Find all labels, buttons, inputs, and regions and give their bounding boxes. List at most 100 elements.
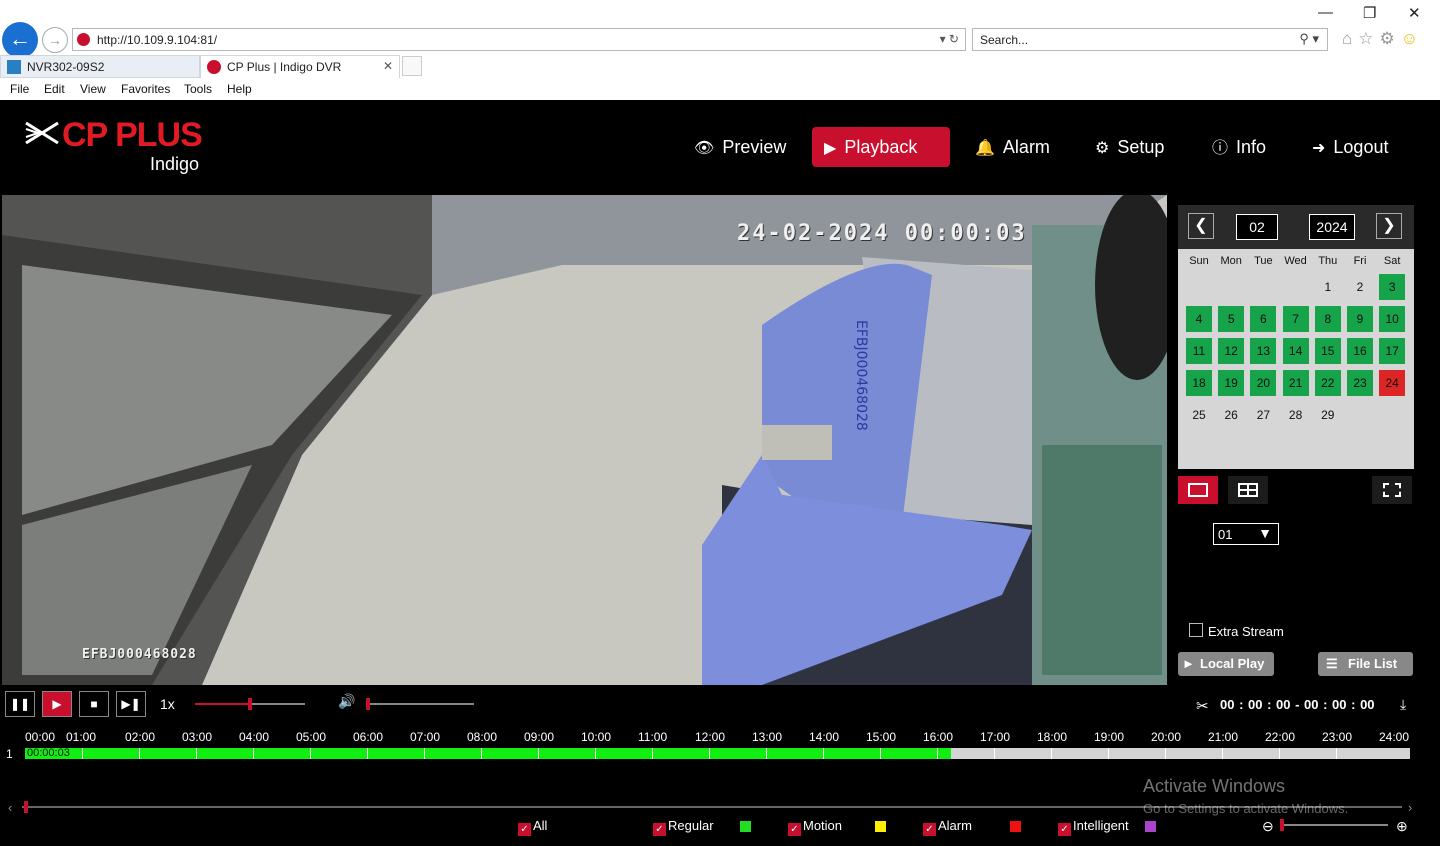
legend-checkbox[interactable]: ✓	[653, 823, 666, 836]
nav-setup[interactable]: ⚙ Setup	[1083, 127, 1176, 167]
month-field[interactable]: 02	[1236, 214, 1278, 240]
calendar-day[interactable]: 20	[1250, 370, 1277, 396]
address-url[interactable]: http://10.109.9.104:81/	[97, 33, 217, 47]
calendar-day[interactable]: 10	[1379, 306, 1406, 332]
menu-view[interactable]: View	[80, 82, 106, 96]
refresh-icon[interactable]: ▾ ↻	[940, 32, 959, 46]
quad-view-button[interactable]	[1228, 476, 1268, 504]
prev-month-button[interactable]: ❮	[1188, 213, 1214, 239]
search-icon[interactable]: ⚲ ▾	[1299, 31, 1319, 47]
calendar-day[interactable]: 29	[1315, 402, 1341, 428]
zoom-knob[interactable]	[1280, 819, 1284, 831]
browser-search-box[interactable]: Search... ⚲ ▾	[972, 28, 1328, 51]
calendar-day[interactable]: 22	[1314, 370, 1341, 396]
calendar-day[interactable]: 4	[1186, 306, 1212, 332]
playback-video[interactable]: EFBJ000468028 24-02-2024 00:00:03 EFBJ00…	[2, 195, 1167, 685]
next-frame-button[interactable]: ▶❚	[116, 691, 146, 717]
nav-logout[interactable]: ➜ Logout	[1300, 127, 1400, 167]
toolbar-icons[interactable]: ⌂☆⚙☺	[1342, 29, 1424, 49]
pause-button[interactable]: ❚❚	[5, 691, 35, 717]
calendar-day[interactable]: 5	[1218, 306, 1245, 332]
menu-edit[interactable]: Edit	[44, 82, 65, 96]
calendar-day[interactable]: 21	[1282, 370, 1309, 396]
local-play-button[interactable]: ► Local Play	[1178, 652, 1274, 676]
calendar-day[interactable]: 14	[1282, 338, 1309, 364]
timeline-track[interactable]: 00:00:03	[25, 747, 1410, 759]
next-month-button[interactable]: ❯	[1376, 213, 1402, 239]
nav-alarm[interactable]: 🔔 Alarm	[963, 127, 1062, 167]
calendar-day[interactable]: 12	[1218, 338, 1245, 364]
scroll-right-icon[interactable]: ›	[1408, 800, 1412, 815]
calendar-day[interactable]: 23	[1347, 370, 1373, 396]
download-icon[interactable]: ⤓	[1400, 696, 1406, 713]
calendar-day[interactable]: 16	[1347, 338, 1373, 364]
browser-tab-nvr[interactable]: NVR302-09S2	[0, 55, 200, 78]
legend-intelligent[interactable]: ✓ Intelligent	[1058, 818, 1129, 836]
recorded-segment[interactable]	[25, 748, 951, 759]
calendar-day[interactable]: 26	[1218, 402, 1244, 428]
minimize-icon[interactable]: —	[1318, 4, 1333, 21]
year-field[interactable]: 2024	[1309, 214, 1355, 240]
stop-button[interactable]: ■	[79, 691, 109, 717]
legend-checkbox[interactable]: ✓	[1058, 823, 1071, 836]
calendar-day[interactable]: 6	[1250, 306, 1277, 332]
calendar-day[interactable]: 8	[1314, 306, 1341, 332]
volume-icon[interactable]: 🔊	[338, 693, 355, 710]
nav-preview[interactable]: 👁 Preview	[682, 127, 798, 167]
search-placeholder[interactable]: Search...	[980, 33, 1028, 47]
channel-select[interactable]: 01 ▼	[1213, 523, 1279, 545]
nav-playback[interactable]: ▶ Playback	[812, 127, 950, 167]
scroll-left-icon[interactable]: ‹	[8, 800, 12, 815]
calendar-day[interactable]: 25	[1186, 402, 1212, 428]
calendar-day[interactable]: 28	[1283, 402, 1309, 428]
legend-regular[interactable]: ✓ Regular	[653, 818, 714, 836]
zoom-in-icon[interactable]: ⊕	[1396, 818, 1408, 835]
zoom-slider[interactable]	[1280, 819, 1388, 831]
calendar-day[interactable]: 2	[1347, 274, 1373, 300]
legend-alarm[interactable]: ✓ Alarm	[923, 818, 972, 836]
scissors-icon[interactable]: ✂	[1196, 697, 1209, 715]
calendar-day[interactable]: 13	[1250, 338, 1277, 364]
address-bar[interactable]: http://10.109.9.104:81/ ▾ ↻	[72, 28, 966, 51]
progress-slider[interactable]	[195, 698, 305, 710]
scrollbar-thumb[interactable]	[24, 801, 28, 813]
calendar-day[interactable]: 15	[1314, 338, 1341, 364]
legend-motion[interactable]: ✓ Motion	[788, 818, 842, 836]
single-view-button[interactable]	[1178, 476, 1218, 504]
back-button[interactable]: ←	[2, 22, 38, 58]
calendar-day[interactable]: 1	[1315, 274, 1341, 300]
calendar-day[interactable]: 24	[1379, 370, 1406, 396]
restore-icon[interactable]: ❐	[1363, 4, 1376, 22]
nav-info[interactable]: ⓘ Info	[1200, 127, 1278, 167]
speed-label[interactable]: 1x	[160, 696, 175, 712]
calendar-day[interactable]: 7	[1282, 306, 1309, 332]
volume-slider[interactable]	[366, 698, 474, 710]
legend-all[interactable]: ✓ All	[518, 818, 547, 836]
browser-tab-cpplus[interactable]: CP Plus | Indigo DVR ✕	[200, 55, 400, 78]
close-icon[interactable]: ✕	[1408, 4, 1421, 22]
tab-close-icon[interactable]: ✕	[383, 59, 393, 73]
legend-checkbox[interactable]: ✓	[923, 823, 936, 836]
file-list-button[interactable]: ☰ File List	[1318, 652, 1413, 676]
smiley-icon[interactable]: ☺	[1401, 29, 1424, 48]
calendar-day[interactable]: 27	[1250, 402, 1276, 428]
play-button[interactable]: ▶	[42, 691, 72, 717]
menu-favorites[interactable]: Favorites	[121, 82, 170, 96]
calendar-day[interactable]: 19	[1218, 370, 1245, 396]
legend-checkbox[interactable]: ✓	[518, 823, 531, 836]
calendar-day[interactable]: 11	[1186, 338, 1212, 364]
extra-stream-checkbox[interactable]	[1189, 623, 1203, 637]
menu-file[interactable]: File	[10, 82, 29, 96]
zoom-out-icon[interactable]: ⊖	[1262, 818, 1274, 835]
volume-knob[interactable]	[366, 698, 370, 710]
fullscreen-button[interactable]	[1372, 476, 1412, 504]
home-icon[interactable]: ⌂	[1342, 29, 1358, 48]
calendar-day[interactable]: 3	[1379, 274, 1406, 300]
forward-button[interactable]: →	[42, 27, 68, 53]
legend-checkbox[interactable]: ✓	[788, 823, 801, 836]
menu-tools[interactable]: Tools	[184, 82, 212, 96]
menu-help[interactable]: Help	[227, 82, 252, 96]
progress-knob[interactable]	[248, 698, 252, 710]
new-tab-button[interactable]	[402, 56, 422, 76]
favorites-star-icon[interactable]: ☆	[1358, 29, 1379, 48]
